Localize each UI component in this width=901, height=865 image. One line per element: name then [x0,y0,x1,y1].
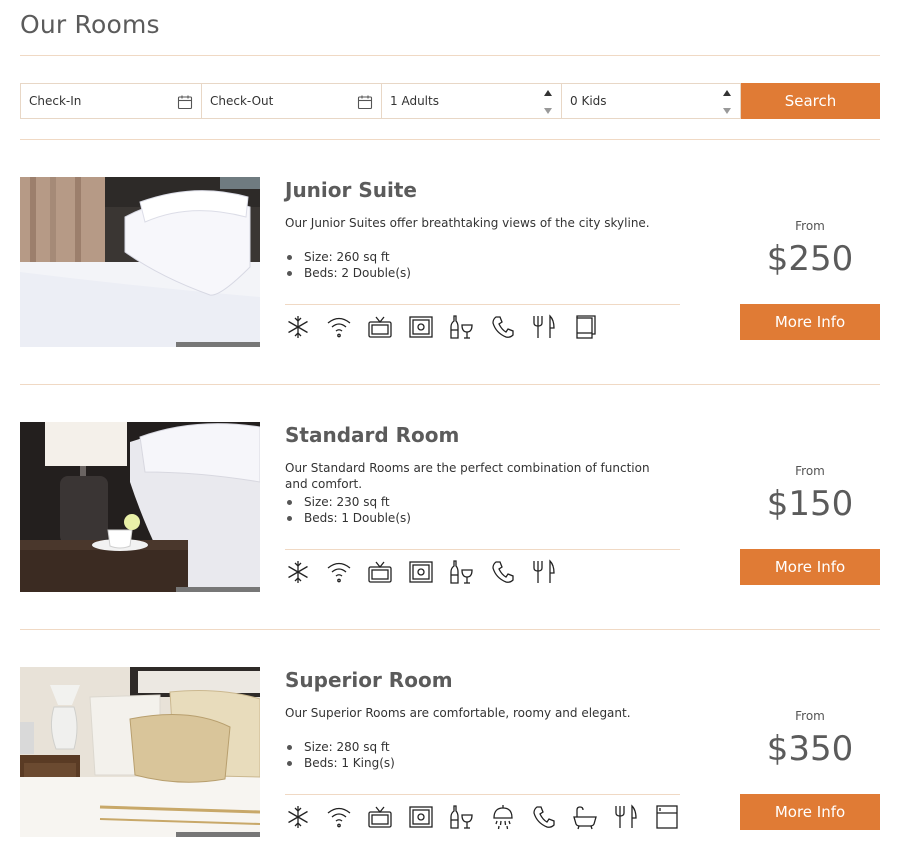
search-divider [20,139,880,140]
decrement-icon[interactable] [723,108,731,114]
room-price: $350 [766,729,854,769]
checkout-input[interactable] [210,94,340,108]
wifi-icon [326,559,352,585]
room-photo[interactable] [20,667,260,837]
tv-icon [367,804,393,830]
price-from-label: From [795,709,825,723]
room-divider [20,629,880,630]
more-info-button[interactable]: More Info [740,304,880,340]
price-from-label: From [795,219,825,233]
price-from-label: From [795,464,825,478]
amenities [285,803,680,831]
wifi-icon [326,314,352,340]
kids-value: 0 Kids [570,94,607,108]
amenities [285,313,598,341]
towels-icon [572,314,598,340]
restaurant-icon [531,559,557,585]
air-conditioning-icon [285,804,311,830]
amenities-divider [285,549,680,550]
page-title: Our Rooms [20,10,160,39]
amenities [285,558,557,586]
room-photo[interactable] [20,177,260,347]
wifi-icon [326,804,352,830]
tv-icon [367,314,393,340]
room-description: Our Junior Suites offer breathtaking vie… [285,216,650,230]
room-title: Junior Suite [285,178,417,202]
tv-icon [367,559,393,585]
room-specs: Size: 260 sq ft Beds: 2 Double(s) [285,249,411,281]
room-title: Standard Room [285,423,460,447]
more-info-button[interactable]: More Info [740,549,880,585]
increment-icon[interactable] [544,90,552,96]
safe-icon [408,314,434,340]
more-info-button[interactable]: More Info [740,794,880,830]
shower-icon [490,804,516,830]
amenities-divider [285,304,680,305]
air-conditioning-icon [285,314,311,340]
adults-value: 1 Adults [390,94,439,108]
room-beds: Beds: 1 Double(s) [285,510,411,526]
room-size: Size: 230 sq ft [285,494,411,510]
room-beds: Beds: 1 King(s) [285,755,395,771]
calendar-icon[interactable] [177,94,193,110]
minibar-icon [449,804,475,830]
room-title: Superior Room [285,668,453,692]
adults-stepper[interactable]: 1 Adults [381,83,561,119]
room-divider [20,384,880,385]
air-conditioning-icon [285,559,311,585]
room-specs: Size: 230 sq ft Beds: 1 Double(s) [285,494,411,526]
room-photo[interactable] [20,422,260,592]
phone-icon [531,804,557,830]
room-card: Standard Room Our Standard Rooms are the… [20,422,880,592]
room-price: $250 [766,239,854,279]
restaurant-icon [531,314,557,340]
bathtub-icon [572,804,598,830]
checkout-field[interactable] [201,83,381,119]
minibar-icon [449,314,475,340]
safe-icon [408,804,434,830]
restaurant-icon [613,804,639,830]
calendar-icon[interactable] [357,94,373,110]
room-card: Superior Room Our Superior Rooms are com… [20,667,880,837]
room-size: Size: 260 sq ft [285,249,411,265]
increment-icon[interactable] [723,90,731,96]
amenities-divider [285,794,680,795]
room-beds: Beds: 2 Double(s) [285,265,411,281]
room-size: Size: 280 sq ft [285,739,395,755]
adults-spin[interactable] [543,90,553,114]
safe-icon [408,559,434,585]
minibar-icon [449,559,475,585]
search-button[interactable]: Search [741,83,880,119]
title-divider [20,55,880,56]
room-specs: Size: 280 sq ft Beds: 1 King(s) [285,739,395,771]
checkin-field[interactable] [20,83,201,119]
search-bar: 1 Adults 0 Kids Search [20,83,880,119]
phone-icon [490,559,516,585]
fridge-icon [654,804,680,830]
room-price: $150 [766,484,854,524]
room-card: Junior Suite Our Junior Suites offer bre… [20,177,880,347]
room-description: Our Standard Rooms are the perfect combi… [285,461,650,491]
kids-spin[interactable] [722,90,732,114]
phone-icon [490,314,516,340]
checkin-input[interactable] [29,94,159,108]
kids-stepper[interactable]: 0 Kids [561,83,741,119]
decrement-icon[interactable] [544,108,552,114]
room-description: Our Superior Rooms are comfortable, room… [285,706,631,720]
